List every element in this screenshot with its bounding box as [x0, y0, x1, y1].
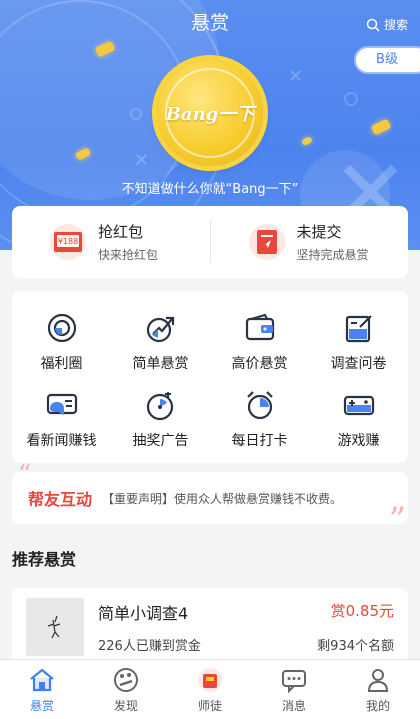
- gamepad-icon: [343, 395, 374, 415]
- page-title: 悬赏: [190, 12, 229, 34]
- search-icon: [366, 18, 380, 32]
- category-label: 抽奖广告: [132, 432, 189, 449]
- category-label: 游戏赚: [337, 432, 380, 449]
- red-envelope-icon: ¥188: [54, 232, 82, 252]
- alarm-clock-icon: [246, 390, 273, 419]
- target-circle-icon: [47, 313, 76, 342]
- quick-action-subtitle: 坚持完成悬赏: [296, 248, 369, 262]
- bang-coin-button[interactable]: Bang一下: [157, 60, 263, 166]
- section-title: 推荐悬赏: [12, 550, 77, 569]
- tab-label: 我的: [365, 698, 390, 713]
- category-survey[interactable]: 调查问卷: [309, 303, 408, 380]
- tab-label: 师徒: [197, 698, 222, 713]
- mosquito-image: [47, 615, 61, 639]
- svg-text:¥188: ¥188: [58, 237, 78, 246]
- news-chat-icon: [46, 393, 77, 415]
- search-label: 搜索: [383, 18, 408, 32]
- category-label: 高价悬赏: [231, 355, 288, 372]
- mentor-gift-icon: [198, 667, 222, 692]
- notice-bar[interactable]: “ 帮友互动 【重要声明】使用众人帮做悬赏赚钱不收费。 ”: [12, 460, 408, 540]
- task-remaining: 剩934个名额: [317, 639, 394, 654]
- category-welfare-circle[interactable]: 福利圈: [12, 303, 111, 380]
- tab-reward[interactable]: 悬赏: [0, 660, 84, 719]
- tab-mine[interactable]: 我的: [336, 660, 420, 719]
- quote-close-icon: ”: [388, 500, 406, 540]
- category-label: 看新闻赚钱: [26, 432, 97, 449]
- search-button[interactable]: 搜索: [366, 16, 408, 33]
- tab-label: 悬赏: [29, 698, 54, 713]
- tab-messages[interactable]: 消息: [252, 660, 336, 719]
- level-badge[interactable]: B级: [354, 46, 420, 74]
- tab-label: 发现: [113, 698, 138, 713]
- edit-doc-icon: [345, 314, 372, 342]
- trend-arrow-icon: [146, 316, 174, 342]
- category-game-earn[interactable]: 游戏赚: [309, 380, 408, 457]
- quick-action-title: 抢红包: [98, 223, 144, 241]
- task-card[interactable]: 简单小调查4 赏0.85元 226人已赚到赏金 剩934个名额: [12, 588, 408, 668]
- task-earned-count: 226人已赚到赏金: [98, 639, 201, 654]
- quick-action-subtitle: 快来抢红包: [98, 248, 159, 262]
- coin-text: Bang一下: [165, 104, 255, 125]
- slogan: 不知道做什么你就“Bang一下”: [121, 182, 299, 197]
- unsubmitted-button[interactable]: 未提交 坚持完成悬赏: [211, 221, 409, 263]
- grab-red-envelope-button[interactable]: ¥188 抢红包 快来抢红包: [12, 221, 210, 263]
- message-icon: [282, 669, 306, 693]
- user-icon: [367, 668, 389, 692]
- category-label: 福利圈: [40, 355, 83, 372]
- quick-action-title: 未提交: [296, 223, 342, 241]
- category-label: 调查问卷: [330, 355, 387, 372]
- category-daily-checkin[interactable]: 每日打卡: [210, 380, 309, 457]
- tab-discover[interactable]: 发现: [84, 660, 168, 719]
- home-icon: [30, 668, 54, 691]
- category-label: 每日打卡: [231, 432, 288, 449]
- notice-title: 帮友互动: [28, 490, 93, 509]
- bottom-tab-bar: 悬赏 发现 师徒 消息 我的: [0, 659, 420, 719]
- category-label: 简单悬赏: [132, 355, 189, 372]
- task-name: 简单小调查4: [98, 604, 189, 623]
- document-icon: [256, 230, 277, 254]
- wallet-icon: [245, 313, 274, 340]
- category-grid: 福利圈 简单悬赏 高价悬赏 调查问卷 看新闻赚钱 抽奖广告 每日打卡 游戏赚: [12, 291, 408, 463]
- task-reward: 赏0.85元: [330, 602, 394, 620]
- notice-text: 【重要声明】使用众人帮做悬赏赚钱不收费。: [102, 491, 343, 506]
- lottery-dial-icon: [146, 391, 173, 420]
- category-lottery-ads[interactable]: 抽奖广告: [111, 380, 210, 457]
- quote-open-icon: “: [18, 460, 32, 490]
- category-high-reward[interactable]: 高价悬赏: [210, 303, 309, 380]
- palette-icon: [114, 667, 138, 692]
- tab-label: 消息: [281, 698, 306, 713]
- category-simple-reward[interactable]: 简单悬赏: [111, 303, 210, 380]
- task-thumbnail: [26, 598, 84, 656]
- tab-mentor[interactable]: 师徒: [168, 660, 252, 719]
- quick-actions-card: ¥188 抢红包 快来抢红包 未提交 坚持完成悬赏: [12, 206, 408, 278]
- category-news-earn[interactable]: 看新闻赚钱: [12, 380, 111, 457]
